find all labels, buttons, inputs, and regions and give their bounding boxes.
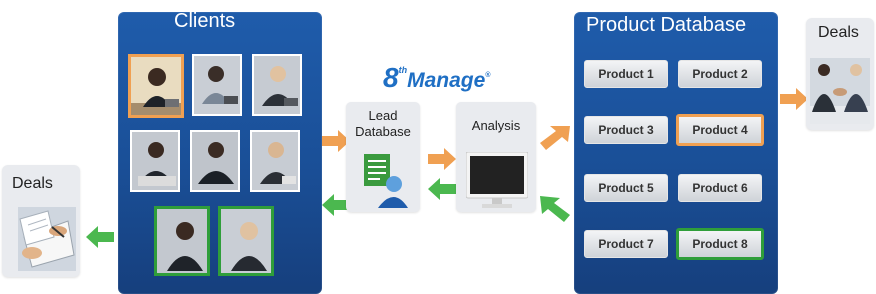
client-photo-8 (218, 206, 274, 276)
clients-panel: Clients (118, 10, 322, 294)
product-database-title: Product Database (586, 14, 747, 36)
monitor-icon (466, 152, 528, 208)
product-3: Product 3 (584, 116, 668, 144)
client-photo-3 (252, 54, 302, 116)
clients-title: Clients (174, 10, 236, 32)
product-8: Product 8 (676, 228, 764, 260)
product-5: Product 5 (584, 174, 668, 202)
arrow-right-icon (780, 88, 808, 110)
product-4: Product 4 (676, 114, 764, 146)
handshake-image (810, 58, 870, 124)
client-photo-7 (154, 206, 210, 276)
client-photo-6 (250, 130, 300, 192)
product-7: Product 7 (584, 230, 668, 258)
analysis-card: Analysis (456, 102, 536, 212)
client-photo-5 (190, 130, 240, 192)
logo-superscript: th (398, 65, 408, 75)
lead-database-card: Lead Database (346, 102, 420, 212)
product-6: Product 6 (678, 174, 762, 202)
product-2: Product 2 (678, 60, 762, 88)
product-1: Product 1 (584, 60, 668, 88)
arrow-left-icon (86, 226, 114, 248)
deals-left-title: Deals (12, 175, 53, 192)
logo-numeral: 8 (383, 62, 399, 93)
arrow-up-right-icon (540, 126, 570, 150)
arrow-right-icon (428, 148, 456, 170)
arrow-left-icon (428, 178, 456, 200)
client-photo-4 (130, 130, 180, 192)
client-photo-1 (128, 54, 184, 118)
lead-database-line2: Database (355, 124, 411, 139)
deals-right-title: Deals (818, 24, 859, 41)
signing-documents-image (18, 207, 76, 271)
deals-left-card: Deals (2, 165, 80, 277)
logo-mark: ® (485, 72, 491, 79)
arrow-up-left-icon (540, 196, 570, 222)
analysis-label: Analysis (471, 118, 521, 133)
logo-name: Manage (407, 69, 486, 92)
8manage-logo: 8thManage® (383, 62, 503, 98)
client-photo-2 (192, 54, 242, 116)
product-database-panel: Product Database Product 1 Product 2 Pro… (574, 12, 778, 294)
deals-right-card: Deals (806, 18, 874, 130)
lead-database-icon (364, 154, 408, 208)
lead-database-line1: Lead (368, 108, 398, 123)
